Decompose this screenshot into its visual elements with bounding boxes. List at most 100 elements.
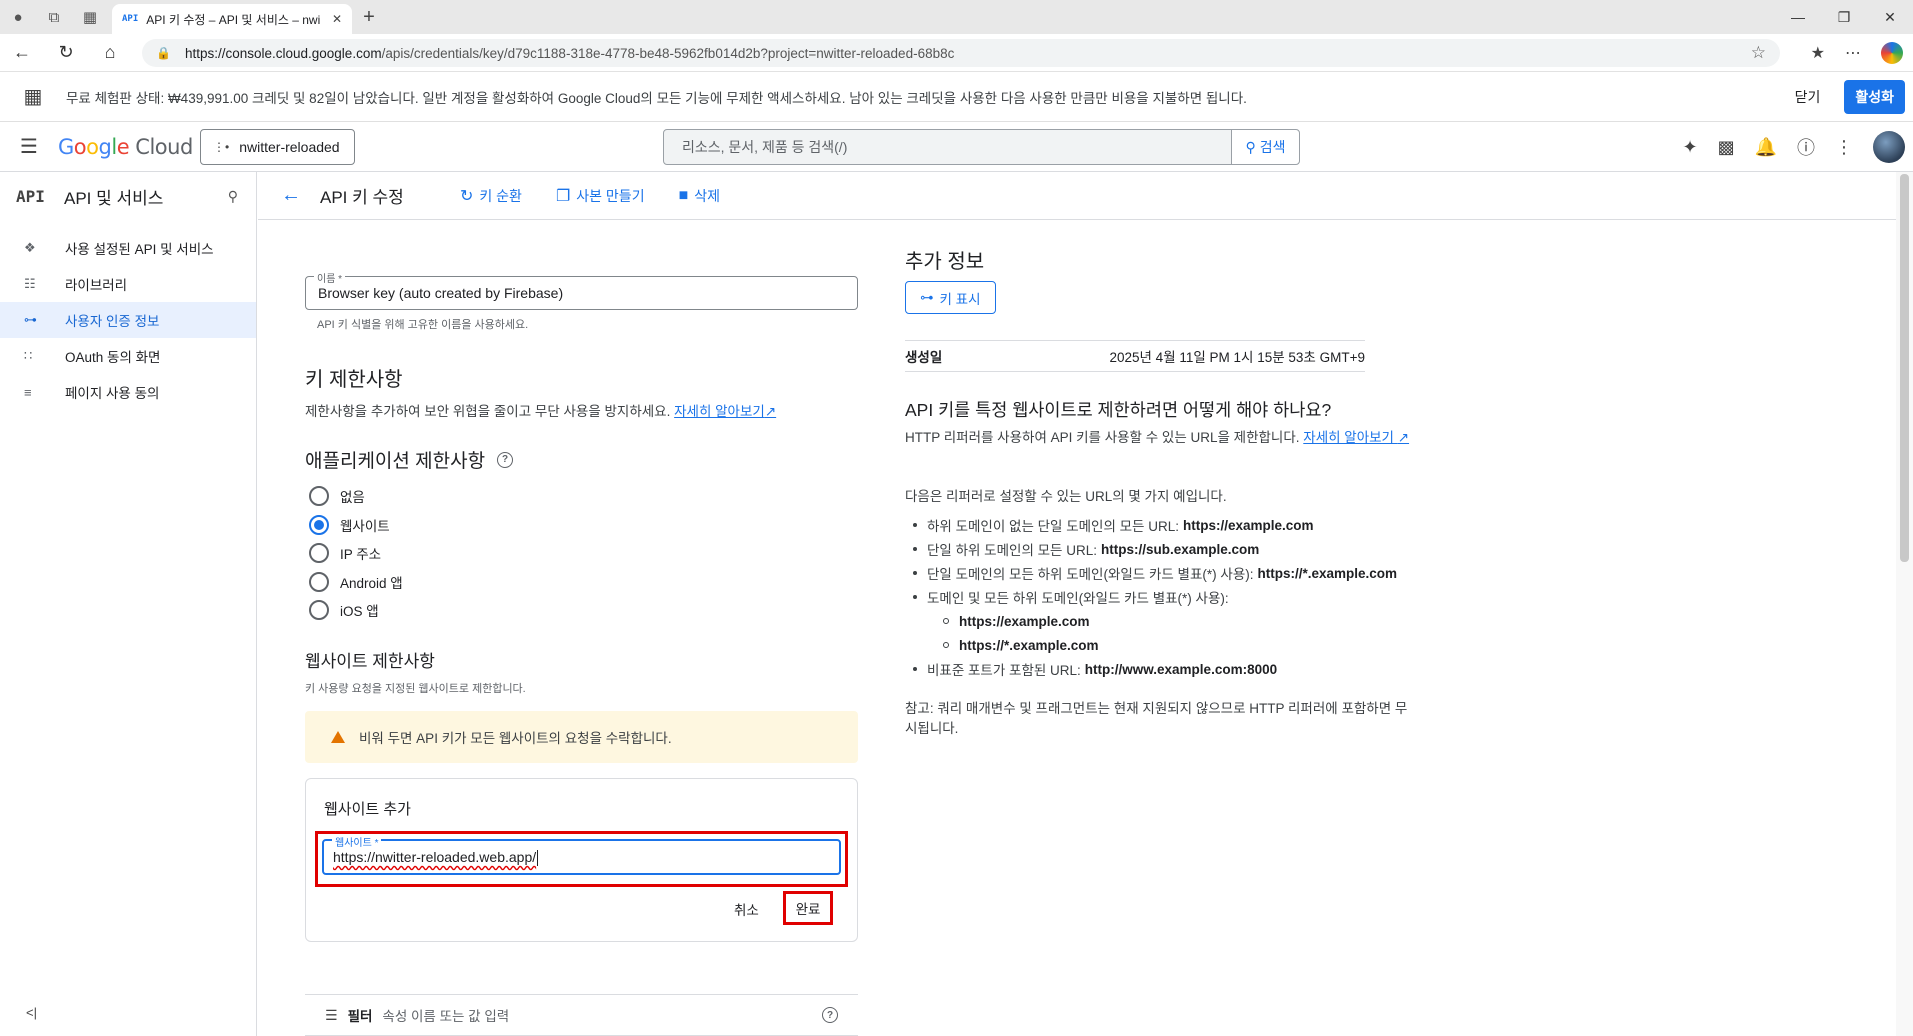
search-button[interactable]: ⚲ 검색 [1231, 130, 1299, 164]
sidebar-item-page-usage[interactable]: ≡ 페이지 사용 동의 [0, 374, 256, 410]
back-arrow-icon[interactable]: ← [266, 184, 316, 207]
radio-none[interactable]: 없음 [309, 482, 403, 511]
api-badge: API [16, 186, 45, 206]
collections-icon[interactable]: ⧉ [36, 0, 72, 34]
app-restrictions-heading: 애플리케이션 제한사항? [305, 446, 514, 473]
tab-close-icon[interactable]: ✕ [332, 12, 342, 26]
sidebar: API API 및 서비스 ⚲ ❖ 사용 설정된 API 및 서비스 ☷ 라이브… [0, 172, 257, 1036]
list-item: 비표준 포트가 포함된 URL: http://www.example.com:8… [905, 657, 1445, 681]
website-input[interactable]: 웹사이트 * https://nwitter-reloaded.web.app/ [322, 834, 841, 875]
banner-close-button[interactable]: 닫기 [1795, 87, 1821, 107]
help-icon[interactable]: ? [497, 451, 514, 468]
browser-tab-active[interactable]: API API 키 수정 – API 및 서비스 – nwi ✕ [112, 4, 352, 34]
more-options-icon[interactable]: ⋮ [1835, 137, 1853, 158]
app-restriction-radios: 없음 웹사이트 IP 주소 Android 앱 iOS 앱 [309, 482, 403, 625]
radio-ip[interactable]: IP 주소 [309, 539, 403, 568]
search-input[interactable]: 리소스, 문서, 제품 등 검색(/) [664, 137, 1231, 157]
trial-banner: ▦ 무료 체험판 상태: ₩439,991.00 크레딧 및 82일이 남았습니… [0, 72, 1913, 122]
more-menu-icon[interactable]: ⋯ [1845, 43, 1861, 63]
new-tab-button[interactable]: + [352, 0, 386, 34]
collapse-sidebar-icon[interactable]: <| [26, 1005, 37, 1020]
menu-icon[interactable]: ☰ [0, 134, 58, 159]
trash-icon: ■ [678, 186, 689, 204]
delete-button[interactable]: ■ 삭제 [679, 186, 720, 206]
learn-more-link[interactable]: 자세히 알아보기↗ [674, 404, 776, 419]
key-restrictions-heading: 키 제한사항 [305, 369, 403, 391]
google-cloud-logo[interactable]: Google Cloud [58, 135, 200, 159]
cancel-button[interactable]: 취소 [734, 899, 759, 919]
activate-button[interactable]: 활성화 [1844, 79, 1905, 114]
sub-list-item: https://*.example.com [905, 633, 1445, 657]
url-input[interactable]: 🔒 https://console.cloud.google.com/apis/… [142, 39, 1780, 67]
close-window-icon[interactable]: ✕ [1867, 0, 1913, 34]
back-icon[interactable]: ← [0, 34, 44, 72]
sidebar-header: API API 및 서비스 ⚲ [0, 172, 256, 220]
console-header: ☰ Google Cloud ⋮• nwitter-reloaded 리소스, … [0, 122, 1913, 172]
text-caret [537, 850, 539, 867]
notifications-icon[interactable]: 🔔 [1755, 137, 1777, 158]
avatar[interactable] [1873, 131, 1905, 163]
refresh-icon[interactable]: ↻ [44, 34, 88, 72]
filter-bar: ☰ 필터 속성 이름 또는 값 입력 ? [305, 994, 858, 1036]
sidebar-item-oauth-consent[interactable]: ∷ OAuth 동의 화면 [0, 338, 256, 374]
external-link-icon: ↗ [764, 404, 777, 419]
done-button[interactable]: 완료 [783, 891, 833, 925]
project-name: nwitter-reloaded [239, 138, 340, 155]
restore-icon[interactable]: ❐ [1821, 0, 1867, 34]
radio-button[interactable] [309, 486, 329, 507]
minimize-icon[interactable]: — [1775, 0, 1821, 34]
radio-button[interactable] [309, 571, 329, 592]
radio-ios[interactable]: iOS 앱 [309, 596, 403, 625]
created-row: 생성일 2025년 4월 11일 PM 1시 15분 53초 GMT+9 [905, 340, 1365, 372]
rotate-key-button[interactable]: ↻ 키 순환 [460, 186, 522, 206]
home-icon[interactable]: ⌂ [88, 34, 132, 72]
list-item: 하위 도메인이 없는 단일 도메인의 모든 URL: https://exampl… [905, 513, 1445, 537]
filter-help-icon[interactable]: ? [822, 1007, 838, 1023]
help-icon[interactable]: ⓘ [1797, 134, 1815, 160]
sidebar-item-enabled-apis[interactable]: ❖ 사용 설정된 API 및 서비스 [0, 230, 256, 266]
name-field[interactable]: 이름 * Browser key (auto created by Fireba… [305, 270, 858, 310]
name-field-label: 이름 * [314, 270, 346, 285]
page-scrollbar[interactable] [1896, 172, 1913, 1036]
add-website-title: 웹사이트 추가 [324, 801, 411, 818]
website-restrictions-heading: 웹사이트 제한사항 [305, 652, 435, 671]
radio-button[interactable] [309, 600, 329, 621]
gemini-icon[interactable]: ✦ [1682, 137, 1697, 158]
site-info-icon[interactable]: 🔒 [156, 46, 171, 60]
show-key-button[interactable]: ⊶ 키 표시 [905, 281, 996, 314]
trial-banner-text: 무료 체험판 상태: ₩439,991.00 크레딧 및 82일이 남았습니다.… [66, 90, 1247, 106]
url-domain: https://console.cloud.google.com [184, 45, 382, 61]
learn-more-link-2[interactable]: 자세히 알아보기 ↗ [1303, 430, 1409, 445]
favorites-icon[interactable]: ★ [1811, 43, 1825, 63]
console-search: 리소스, 문서, 제품 등 검색(/) ⚲ 검색 [663, 129, 1300, 165]
favorite-star-icon[interactable]: ☆ [1751, 43, 1766, 63]
sidebar-item-credentials[interactable]: ⊶ 사용자 인증 정보 [0, 302, 256, 338]
website-restrictions-desc: 키 사용량 요청을 지정된 웹사이트로 제한합니다. [305, 683, 526, 695]
cloud-shell-icon[interactable]: ▩ [1718, 137, 1735, 158]
highlight-box-website: 웹사이트 * https://nwitter-reloaded.web.app/ [315, 831, 848, 887]
copilot-icon[interactable] [1881, 42, 1903, 64]
list-item: 단일 하위 도메인의 모든 URL: https://sub.example.co… [905, 537, 1445, 561]
window-controls: — ❐ ✕ [1775, 0, 1913, 34]
radio-button[interactable] [309, 543, 329, 564]
header-actions: ✦ ▩ 🔔 ⓘ ⋮ [1682, 122, 1905, 172]
pin-icon[interactable]: ⚲ [228, 188, 238, 205]
radio-websites[interactable]: 웹사이트 [309, 511, 403, 540]
tab-favicon: API [122, 14, 139, 24]
project-picker[interactable]: ⋮• nwitter-reloaded [200, 128, 355, 165]
radio-android[interactable]: Android 앱 [309, 568, 403, 597]
name-hint: API 키 식별을 위해 고유한 이름을 사용하세요. [317, 319, 529, 331]
list-item: 도메인 및 모든 하위 도메인(와일드 카드 별표(*) 사용): [905, 585, 1445, 609]
gift-icon: ▦ [23, 86, 43, 108]
browser-address-bar: ← ↻ ⌂ 🔒 https://console.cloud.google.com… [0, 34, 1913, 72]
key-restrictions-desc: 제한사항을 추가하여 보안 위협을 줄이고 무단 사용을 방지하세요. 자세히 … [305, 404, 777, 419]
copy-button[interactable]: ❐ 사본 만들기 [556, 186, 645, 206]
profile-icon[interactable]: ● [0, 0, 36, 34]
sidebar-item-library[interactable]: ☷ 라이브러리 [0, 266, 256, 302]
created-label: 생성일 [905, 350, 943, 365]
scroll-thumb[interactable] [1900, 174, 1909, 562]
filter-input[interactable]: 속성 이름 또는 값 입력 [382, 1005, 812, 1025]
external-link-icon: ↗ [1397, 430, 1410, 445]
vertical-tabs-icon[interactable]: ▦ [72, 0, 108, 34]
radio-button-checked[interactable] [309, 514, 329, 535]
